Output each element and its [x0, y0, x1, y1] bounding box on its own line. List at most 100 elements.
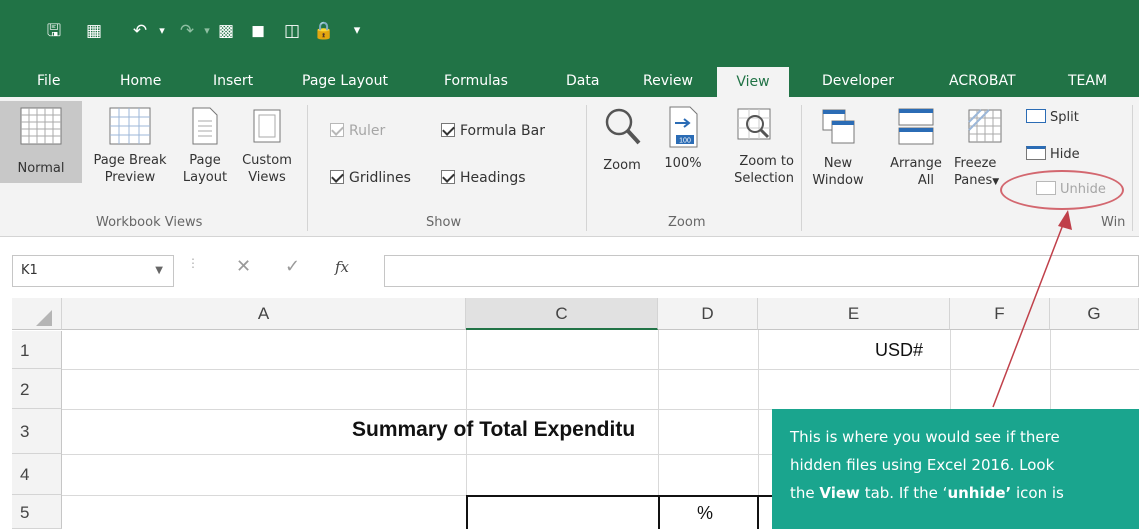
column-header-f[interactable]: F: [950, 298, 1050, 330]
formula-bar-check-icon: [441, 123, 455, 137]
column-header-d[interactable]: D: [658, 298, 758, 330]
hide-button[interactable]: Hide: [1026, 146, 1080, 163]
formula-bar-label: Formula Bar: [460, 123, 545, 139]
page-break-preview-button[interactable]: Page Break Preview: [84, 101, 176, 185]
page-layout-label-2: Layout: [182, 170, 228, 185]
row-header-2[interactable]: 2: [12, 369, 62, 409]
cell-a3-title[interactable]: Summary of Total Expenditu: [352, 418, 635, 442]
cell-d5[interactable]: %: [697, 503, 713, 524]
headings-check-icon: [441, 170, 455, 184]
save-icon[interactable]: 🖫: [42, 20, 66, 42]
cell-e1[interactable]: USD#: [875, 340, 923, 361]
arrange-all-icon: [898, 108, 934, 145]
group-separator: [1132, 105, 1133, 231]
callout-line-2: hidden files using Excel 2016. Look: [790, 456, 1055, 474]
callout-bold-view: View: [819, 484, 860, 502]
ruler-check-icon: [330, 123, 344, 137]
column-header-g[interactable]: G: [1050, 298, 1139, 330]
column-header-c[interactable]: C: [466, 298, 658, 330]
tab-data[interactable]: Data: [566, 65, 599, 97]
normal-view-icon: [20, 107, 62, 145]
page-layout-button[interactable]: Page Layout: [178, 101, 232, 185]
undo-icon[interactable]: ↶: [128, 20, 152, 42]
tab-developer[interactable]: Developer: [822, 65, 894, 97]
callout-text: the: [790, 484, 820, 502]
callout-line-3: the View tab. If the ‘unhide’ icon is: [790, 479, 1139, 507]
arrange-all-button[interactable]: Arrange All: [884, 101, 948, 188]
tab-file[interactable]: File: [37, 65, 60, 97]
row-header-5[interactable]: 5: [12, 495, 62, 529]
print-preview-icon[interactable]: ◼: [246, 20, 270, 42]
gridlines-label: Gridlines: [349, 170, 411, 186]
new-window-icon: [822, 109, 855, 144]
headings-checkbox[interactable]: Headings: [441, 170, 526, 186]
quick-access-toolbar: 🖫 ▦ ↶ ▾ ↷ ▾ ▩ ◼ ◫ 🔒 ▾: [0, 0, 1139, 65]
zoom-to-selection-button[interactable]: Zoom to Selection: [712, 101, 796, 186]
zoom-button[interactable]: Zoom: [592, 101, 652, 183]
page-layout-icon: [192, 107, 218, 145]
chevron-down-icon[interactable]: ▼: [155, 256, 163, 286]
zoom-100-button[interactable]: 100 100%: [658, 101, 708, 183]
zoom-100-label: 100%: [664, 156, 702, 171]
formula-bar-checkbox[interactable]: Formula Bar: [441, 123, 545, 139]
freeze-panes-button[interactable]: Freeze Panes▼: [954, 101, 1016, 188]
hide-label: Hide: [1050, 147, 1080, 162]
name-box-value: K1: [21, 263, 38, 278]
callout-line-1: This is where you would see if there: [790, 428, 1060, 446]
row-header-4[interactable]: 4: [12, 454, 62, 495]
formula-input[interactable]: [384, 255, 1139, 287]
headings-label: Headings: [460, 170, 526, 186]
tab-insert[interactable]: Insert: [213, 65, 253, 97]
tab-formulas[interactable]: Formulas: [444, 65, 508, 97]
spreadsheet-compare-icon[interactable]: ▩: [214, 20, 238, 42]
insert-function-icon[interactable]: fx: [335, 258, 349, 276]
split-button[interactable]: Split: [1026, 109, 1079, 126]
zoom-to-label-1: Zoom to: [739, 154, 794, 169]
window-group-label: Win: [1101, 215, 1126, 230]
tab-home[interactable]: Home: [120, 65, 161, 97]
tab-team[interactable]: TEAM: [1068, 65, 1107, 97]
undo-dropdown-icon[interactable]: ▾: [150, 20, 174, 42]
form-icon[interactable]: ▦: [82, 20, 106, 42]
page-break-label-2: Preview: [104, 170, 156, 185]
gridline: [62, 369, 1139, 370]
zoom-100-icon: 100: [669, 106, 698, 148]
cell-border: [466, 495, 468, 529]
column-header-e[interactable]: E: [758, 298, 950, 330]
callout-text: icon is: [1011, 484, 1064, 502]
group-separator: [586, 105, 587, 231]
callout-box: This is where you would see if there hid…: [772, 409, 1139, 529]
zoom-to-selection-icon: [737, 108, 771, 140]
normal-label: Normal: [17, 161, 65, 176]
column-header-a[interactable]: A: [62, 298, 466, 330]
tab-acrobat[interactable]: ACROBAT: [949, 65, 1016, 97]
ribbon-tabs: File Home Insert Page Layout Formulas Da…: [0, 65, 1139, 97]
ruler-checkbox[interactable]: Ruler: [330, 123, 385, 139]
normal-view-button[interactable]: Normal: [0, 101, 82, 183]
name-box[interactable]: K1 ▼: [12, 255, 174, 287]
tab-view[interactable]: View: [717, 67, 789, 97]
freeze-panes-icon: [968, 109, 1002, 143]
row-header-3[interactable]: 3: [12, 409, 62, 454]
page-layout-label-1: Page: [189, 153, 221, 168]
custom-views-label-2: Views: [248, 170, 286, 185]
cancel-icon[interactable]: ✕: [236, 256, 251, 277]
page-break-preview-icon: [109, 107, 151, 145]
svg-text:100: 100: [679, 138, 691, 145]
custom-views-button[interactable]: Custom Views: [236, 101, 298, 185]
new-window-button[interactable]: New Window: [808, 101, 868, 188]
borders-icon[interactable]: ◫: [280, 20, 304, 42]
tab-review[interactable]: Review: [643, 65, 693, 97]
customize-qat-icon[interactable]: ▾: [345, 20, 369, 42]
row-header-1[interactable]: 1: [12, 331, 62, 369]
unhide-highlight-ellipse: [1000, 170, 1124, 210]
drag-handle-icon[interactable]: ⋮: [187, 256, 199, 270]
gridlines-check-icon: [330, 170, 344, 184]
select-all-corner[interactable]: [12, 298, 62, 330]
lock-icon[interactable]: 🔒: [312, 20, 336, 42]
tab-page-layout[interactable]: Page Layout: [302, 65, 388, 97]
enter-icon[interactable]: ✓: [285, 256, 300, 277]
gridlines-checkbox[interactable]: Gridlines: [330, 170, 411, 186]
new-window-label-1: New: [823, 156, 853, 171]
new-window-label-2: Window: [812, 173, 864, 188]
